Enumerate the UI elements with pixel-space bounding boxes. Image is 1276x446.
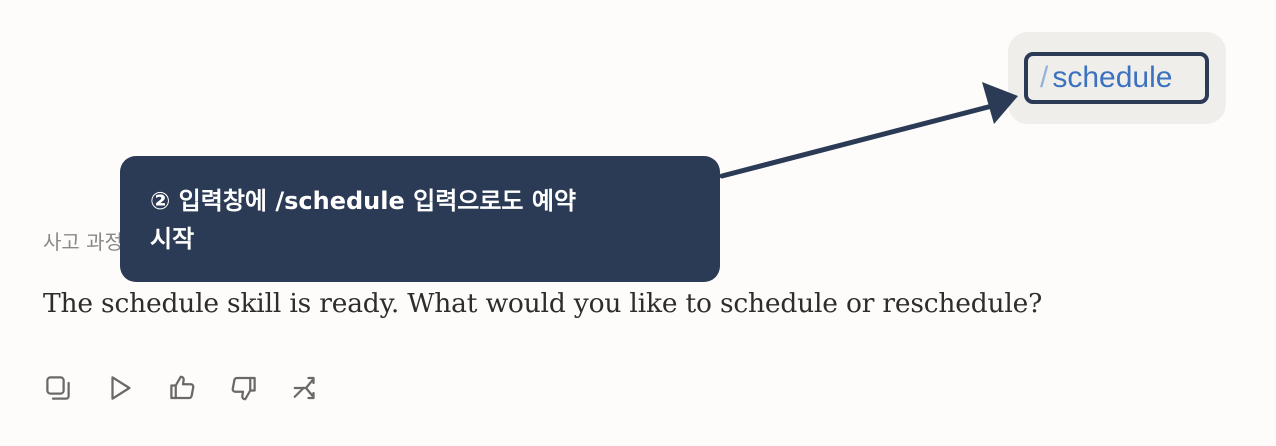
thumbs-up-icon (170, 375, 195, 400)
read-aloud-button[interactable] (102, 370, 138, 406)
callout-line-1: ② 입력창에 /schedule 입력으로도 예약 (150, 187, 577, 215)
thumbs-down-icon (231, 376, 256, 401)
copy-button[interactable] (40, 370, 76, 406)
slash-command-highlight: / schedule (1024, 52, 1209, 104)
play-icon (111, 376, 131, 400)
command-text: schedule (1052, 61, 1173, 94)
callout-line-2: 시작 (150, 225, 195, 253)
copy-icon (46, 376, 70, 400)
thumbs-up-button[interactable] (164, 370, 200, 406)
thumbs-down-button[interactable] (226, 370, 262, 406)
retry-icon (293, 376, 315, 400)
thinking-process-toggle[interactable]: 사고 과정 (43, 226, 123, 255)
annotation-callout: ② 입력창에 /schedule 입력으로도 예약 시작 (120, 156, 720, 282)
retry-button[interactable] (288, 370, 324, 406)
message-actions (40, 370, 350, 406)
command-slash: / (1040, 61, 1049, 94)
assistant-response: The schedule skill is ready. What would … (43, 288, 1043, 319)
